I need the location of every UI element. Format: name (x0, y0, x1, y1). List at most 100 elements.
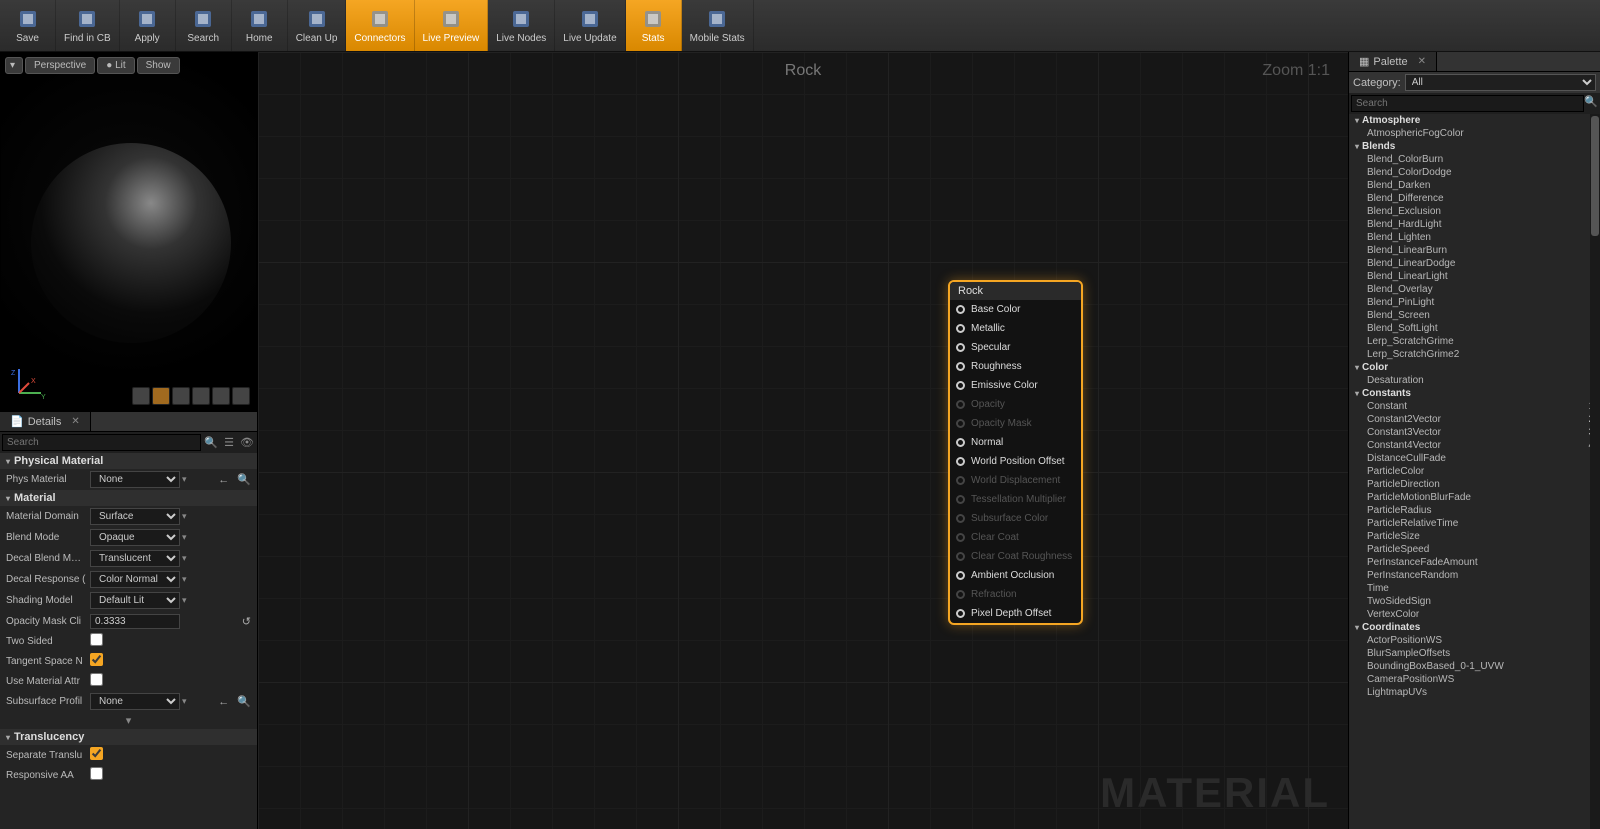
prop-select[interactable]: Translucent (90, 550, 180, 567)
prop-select[interactable]: Opaque (90, 529, 180, 546)
close-icon[interactable]: ✕ (1418, 56, 1426, 67)
palette-item[interactable]: ParticleRadius (1349, 504, 1600, 517)
palette-item[interactable]: Constant1 (1349, 400, 1600, 413)
details-body[interactable]: Physical MaterialPhys MaterialNone▾←🔍Mat… (0, 453, 257, 829)
palette-body[interactable]: AtmosphereAtmosphericFogColorBlendsBlend… (1349, 114, 1600, 829)
palette-item[interactable]: Blend_Overlay (1349, 283, 1600, 296)
palette-item[interactable]: Constant2Vector2 (1349, 413, 1600, 426)
shape-teapot-button[interactable] (212, 387, 230, 405)
prop-checkbox[interactable] (90, 633, 103, 646)
palette-item[interactable]: Blend_HardLight (1349, 218, 1600, 231)
palette-search-input[interactable] (1351, 95, 1584, 112)
node-pin-pixel-depth-offset[interactable]: Pixel Depth Offset (950, 604, 1081, 623)
pin-icon[interactable] (956, 305, 965, 314)
toolbar-search-button[interactable]: Search (176, 0, 232, 51)
palette-item[interactable]: Time (1349, 582, 1600, 595)
viewport-menu-button[interactable]: ▾ (5, 57, 23, 74)
node-pin-specular[interactable]: Specular (950, 338, 1081, 357)
toolbar-find-in-cb-button[interactable]: Find in CB (56, 0, 120, 51)
expand-more-button[interactable]: ▾ (0, 712, 257, 729)
palette-item[interactable]: Desaturation (1349, 374, 1600, 387)
palette-category-blends[interactable]: Blends (1349, 140, 1600, 153)
palette-item[interactable]: Blend_SoftLight (1349, 322, 1600, 335)
prop-input[interactable] (90, 614, 180, 629)
prop-checkbox[interactable] (90, 653, 103, 666)
palette-item[interactable]: ParticleSpeed (1349, 543, 1600, 556)
details-search-input[interactable] (2, 434, 201, 451)
prop-select[interactable]: None (90, 693, 180, 710)
section-physical-material[interactable]: Physical Material (0, 453, 257, 469)
node-pin-base-color[interactable]: Base Color (950, 300, 1081, 319)
close-icon[interactable]: ✕ (71, 416, 79, 427)
prop-checkbox[interactable] (90, 673, 103, 686)
viewport-perspective-button[interactable]: Perspective (25, 57, 95, 74)
palette-item[interactable]: BoundingBoxBased_0-1_UVW (1349, 660, 1600, 673)
node-pin-world-position-offset[interactable]: World Position Offset (950, 452, 1081, 471)
palette-category-color[interactable]: Color (1349, 361, 1600, 374)
preview-viewport[interactable]: ▾ Perspective ● Lit Show Z Y X (0, 52, 257, 412)
toolbar-stats-button[interactable]: Stats (626, 0, 682, 51)
pin-icon[interactable] (956, 438, 965, 447)
pin-icon[interactable] (956, 362, 965, 371)
toolbar-live-nodes-button[interactable]: Live Nodes (488, 0, 555, 51)
palette-item[interactable]: LightmapUVs (1349, 686, 1600, 699)
node-pin-emissive-color[interactable]: Emissive Color (950, 376, 1081, 395)
palette-item[interactable]: Blend_ColorDodge (1349, 166, 1600, 179)
toolbar-mobile-stats-button[interactable]: Mobile Stats (682, 0, 754, 51)
palette-item[interactable]: Blend_LinearBurn (1349, 244, 1600, 257)
palette-item[interactable]: ParticleColor (1349, 465, 1600, 478)
palette-item[interactable]: ActorPositionWS (1349, 634, 1600, 647)
pin-icon[interactable] (956, 609, 965, 618)
viewport-lit-button[interactable]: ● Lit (97, 57, 134, 74)
shape-plane-button[interactable] (172, 387, 190, 405)
palette-item[interactable]: Lerp_ScratchGrime2 (1349, 348, 1600, 361)
palette-item[interactable]: ParticleSize (1349, 530, 1600, 543)
node-pin-roughness[interactable]: Roughness (950, 357, 1081, 376)
pin-icon[interactable] (956, 571, 965, 580)
pin-icon[interactable] (956, 343, 965, 352)
category-select[interactable]: All (1405, 74, 1596, 91)
arrow-icon[interactable]: ← (218, 474, 229, 486)
scrollbar-thumb[interactable] (1591, 116, 1599, 236)
prop-select[interactable]: Color Normal Roughness (90, 571, 180, 588)
shape-grid-button[interactable] (232, 387, 250, 405)
palette-item[interactable]: Blend_LinearLight (1349, 270, 1600, 283)
pin-icon[interactable] (956, 324, 965, 333)
palette-item[interactable]: ParticleMotionBlurFade (1349, 491, 1600, 504)
toolbar-connectors-button[interactable]: Connectors (346, 0, 414, 51)
palette-item[interactable]: Blend_Screen (1349, 309, 1600, 322)
toolbar-apply-button[interactable]: Apply (120, 0, 176, 51)
palette-item[interactable]: ParticleRelativeTime (1349, 517, 1600, 530)
prop-checkbox[interactable] (90, 747, 103, 760)
revert-icon[interactable]: ↺ (242, 615, 251, 628)
toolbar-clean-up-button[interactable]: Clean Up (288, 0, 347, 51)
palette-item[interactable]: Blend_Difference (1349, 192, 1600, 205)
shape-cylinder-button[interactable] (132, 387, 150, 405)
palette-item[interactable]: Constant3Vector3 (1349, 426, 1600, 439)
prop-select[interactable]: Default Lit (90, 592, 180, 609)
prop-select[interactable]: None (90, 471, 180, 488)
palette-category-constants[interactable]: Constants (1349, 387, 1600, 400)
prop-select[interactable]: Surface (90, 508, 180, 525)
toolbar-live-preview-button[interactable]: Live Preview (415, 0, 489, 51)
toolbar-home-button[interactable]: Home (232, 0, 288, 51)
palette-item[interactable]: Blend_Lighten (1349, 231, 1600, 244)
section-material[interactable]: Material (0, 490, 257, 506)
palette-item[interactable]: PerInstanceFadeAmount (1349, 556, 1600, 569)
palette-item[interactable]: Blend_Exclusion (1349, 205, 1600, 218)
node-pin-normal[interactable]: Normal (950, 433, 1081, 452)
palette-item[interactable]: VertexColor (1349, 608, 1600, 621)
pin-icon[interactable] (956, 457, 965, 466)
palette-item[interactable]: Blend_PinLight (1349, 296, 1600, 309)
details-tab[interactable]: 📄 Details ✕ (0, 412, 91, 431)
prop-checkbox[interactable] (90, 767, 103, 780)
viewport-show-button[interactable]: Show (137, 57, 180, 74)
toolbar-save-button[interactable]: Save (0, 0, 56, 51)
eye-icon[interactable]: 👁 (239, 435, 255, 451)
palette-item[interactable]: DistanceCullFade (1349, 452, 1600, 465)
pin-icon[interactable] (956, 381, 965, 390)
search-icon[interactable]: 🔍 (1584, 95, 1598, 112)
palette-tab[interactable]: ▦ Palette ✕ (1349, 52, 1437, 71)
palette-item[interactable]: Blend_LinearDodge (1349, 257, 1600, 270)
palette-item[interactable]: Lerp_ScratchGrime (1349, 335, 1600, 348)
